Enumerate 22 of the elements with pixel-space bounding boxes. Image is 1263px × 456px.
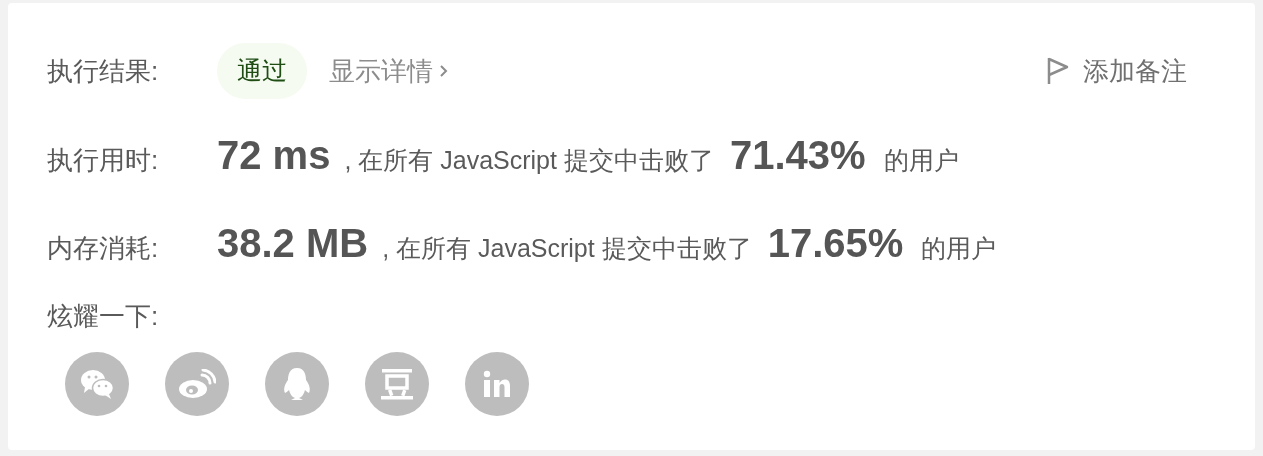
flag-icon (1047, 56, 1069, 86)
stat-suffix: 的用户 (921, 233, 997, 264)
status-badge: 通过 (217, 43, 307, 99)
details-link[interactable]: 显示详情 (329, 51, 448, 91)
field-label: 执行用时: (47, 144, 160, 177)
add-note-button[interactable]: 添加备注 (1047, 51, 1187, 91)
stat-percent: 71.43% (729, 132, 866, 179)
eye-with-waves-icon (178, 369, 216, 399)
linkedin-logo-icon (483, 370, 511, 398)
douban-logo-icon (380, 368, 414, 400)
share-label: 炫耀一下: (47, 300, 160, 333)
stat-description: , 在所有 JavaScript 提交中击败了 (382, 233, 752, 264)
stat-value: 72 ms (217, 132, 331, 179)
chevron-right-icon (439, 64, 448, 78)
penguin-icon (281, 367, 313, 401)
stat-percent: 17.65% (767, 220, 904, 267)
field-label: 执行结果: (47, 54, 160, 88)
field-label: 内存消耗: (47, 232, 160, 265)
chat-bubbles-icon (79, 368, 115, 400)
stat-description: , 在所有 JavaScript 提交中击败了 (344, 145, 714, 176)
stat-suffix: 的用户 (883, 145, 959, 176)
stat-value: 38.2 MB (217, 220, 369, 267)
